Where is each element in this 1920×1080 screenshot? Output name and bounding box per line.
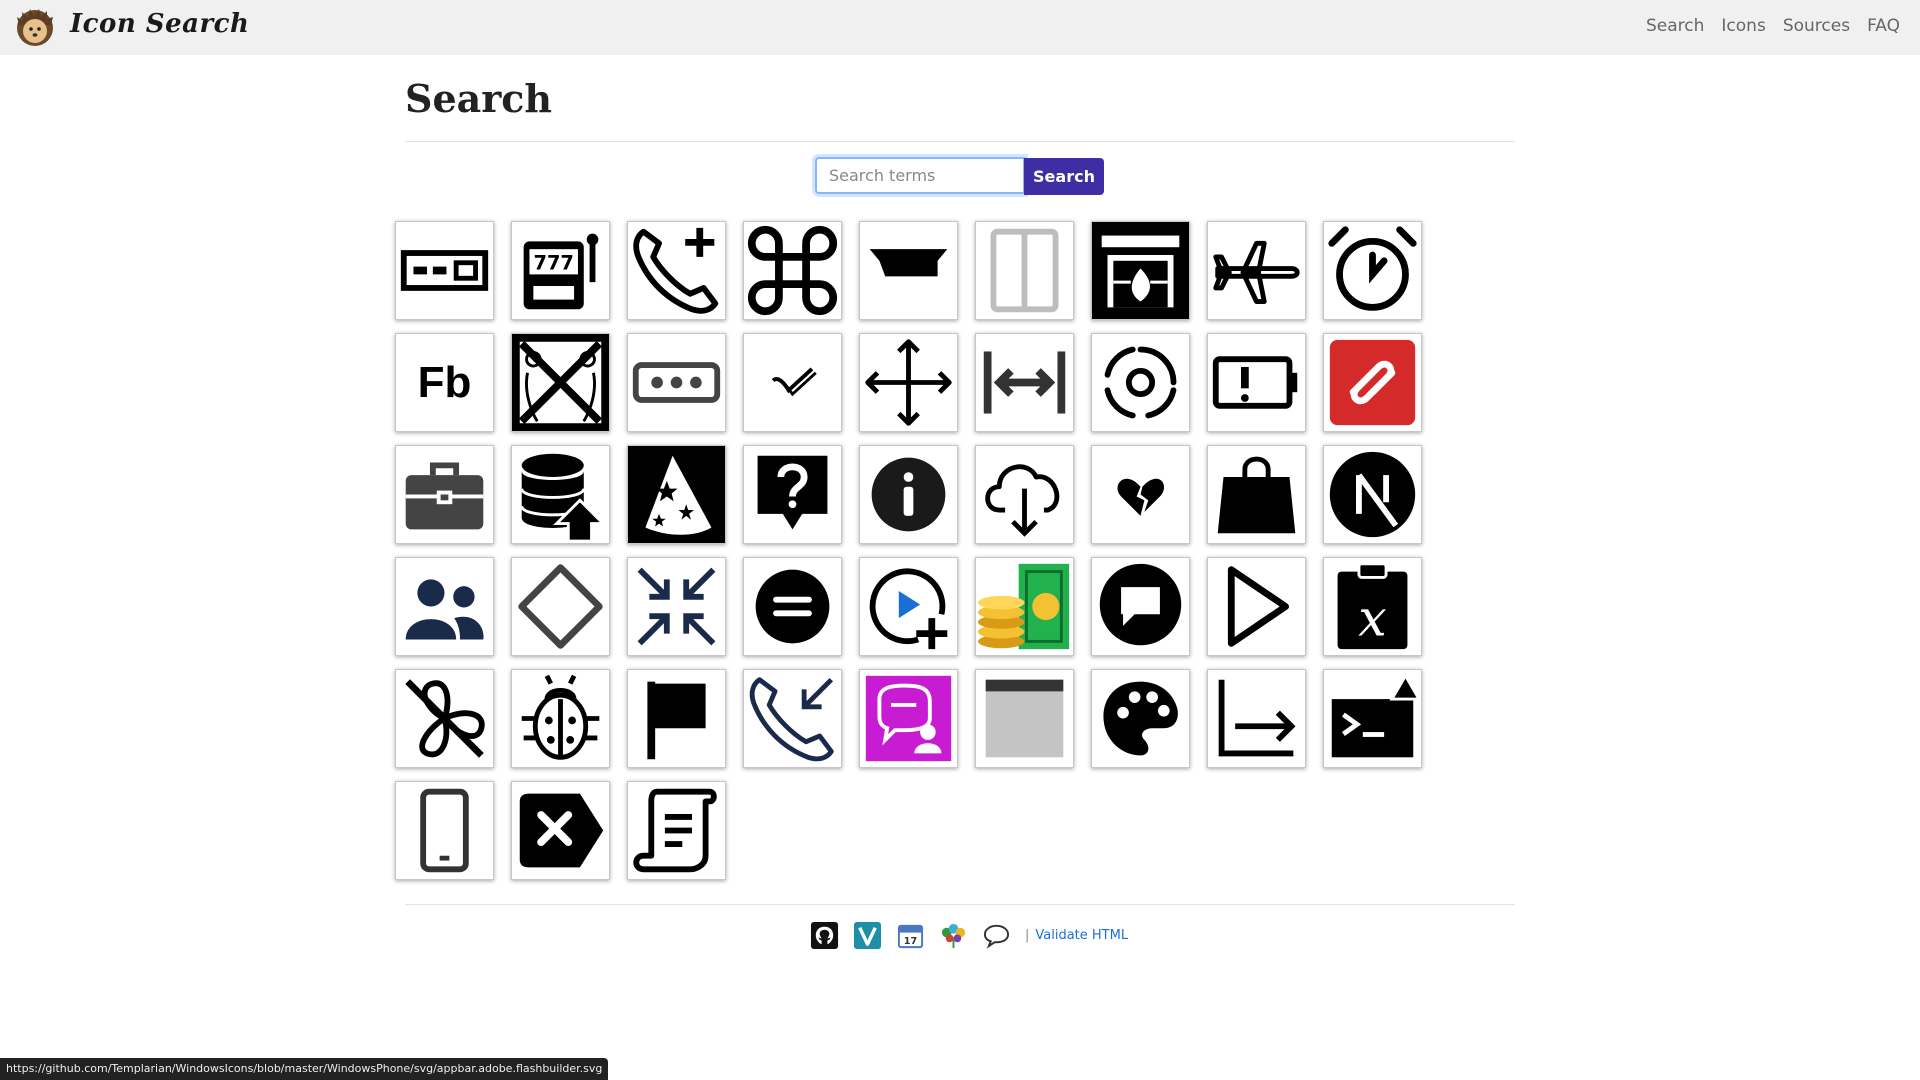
help-bubble-icon[interactable] bbox=[743, 445, 842, 544]
peacock-icon[interactable] bbox=[939, 921, 968, 950]
footer-divider bbox=[405, 904, 1515, 905]
chart-arrow-icon[interactable] bbox=[1207, 669, 1306, 768]
alarm-clock-icon[interactable] bbox=[1323, 221, 1422, 320]
toolbox-icon[interactable] bbox=[395, 445, 494, 544]
small-checkmark-icon[interactable] bbox=[743, 333, 842, 432]
people-icon[interactable] bbox=[395, 557, 494, 656]
terminal-alert-icon[interactable] bbox=[1323, 669, 1422, 768]
play-add-icon[interactable] bbox=[859, 557, 958, 656]
delete-tag-icon[interactable] bbox=[511, 781, 610, 880]
anvil-top-icon[interactable] bbox=[859, 221, 958, 320]
broken-heart-icon[interactable] bbox=[1091, 445, 1190, 544]
footer: 17 | Validate HTML bbox=[810, 920, 1128, 950]
dial-bars-icon[interactable] bbox=[395, 221, 494, 320]
palette-icon[interactable] bbox=[1091, 669, 1190, 768]
svg-text:17: 17 bbox=[904, 936, 917, 947]
phone-incoming-icon[interactable] bbox=[743, 669, 842, 768]
footer-separator: | bbox=[1025, 927, 1030, 943]
equals-circle-icon[interactable] bbox=[743, 557, 842, 656]
clipboard-variable-icon[interactable]: x bbox=[1323, 557, 1422, 656]
battery-alert-icon[interactable] bbox=[1207, 333, 1306, 432]
chat-user-icon[interactable] bbox=[859, 669, 958, 768]
phone-add-icon[interactable] bbox=[627, 221, 726, 320]
password-dots-icon[interactable] bbox=[627, 333, 726, 432]
main-nav: Search Icons Sources FAQ bbox=[1646, 16, 1900, 36]
svg-text:x: x bbox=[1358, 589, 1386, 648]
fan-off-icon[interactable] bbox=[395, 669, 494, 768]
script-scroll-icon[interactable] bbox=[627, 781, 726, 880]
github-icon[interactable] bbox=[810, 921, 839, 950]
title-divider bbox=[405, 141, 1515, 142]
flag-icon[interactable] bbox=[627, 669, 726, 768]
validate-html-link[interactable]: Validate HTML bbox=[1035, 928, 1128, 943]
v-logo-icon[interactable] bbox=[853, 921, 882, 950]
shopping-bag-icon[interactable] bbox=[1207, 445, 1306, 544]
move-arrows-icon[interactable] bbox=[859, 333, 958, 432]
top-navbar: Icon Search Search Icons Sources FAQ bbox=[0, 0, 1920, 55]
calendar-icon[interactable]: 17 bbox=[896, 921, 925, 950]
adobe-flashbuilder-icon[interactable]: Fb bbox=[395, 333, 494, 432]
authy-logo-icon[interactable] bbox=[1323, 333, 1422, 432]
diamond-icon[interactable] bbox=[511, 557, 610, 656]
crossed-fencing-icon[interactable] bbox=[511, 333, 610, 432]
nextjs-logo-icon[interactable] bbox=[1323, 445, 1422, 544]
fireplace-icon[interactable] bbox=[1091, 221, 1190, 320]
slot-machine-icon[interactable]: 777 bbox=[511, 221, 610, 320]
play-triangle-icon[interactable] bbox=[1207, 557, 1306, 656]
speech-bubble-icon[interactable] bbox=[982, 921, 1011, 950]
database-upload-icon[interactable] bbox=[511, 445, 610, 544]
command-key-icon[interactable] bbox=[743, 221, 842, 320]
width-arrow-icon[interactable] bbox=[975, 333, 1074, 432]
status-bar-url: https://github.com/Templarian/WindowsIco… bbox=[0, 1058, 609, 1080]
chat-bubble-icon[interactable] bbox=[1091, 557, 1190, 656]
brand-title[interactable]: Icon Search bbox=[70, 9, 249, 39]
wizard-hat-icon[interactable] bbox=[627, 445, 726, 544]
cloud-download-icon[interactable] bbox=[975, 445, 1074, 544]
nav-search-link[interactable]: Search bbox=[1646, 16, 1704, 36]
mobile-phone-icon[interactable] bbox=[395, 781, 494, 880]
info-circle-icon[interactable] bbox=[859, 445, 958, 544]
search-input[interactable] bbox=[815, 157, 1025, 194]
orbit-target-icon[interactable] bbox=[1091, 333, 1190, 432]
search-button[interactable]: Search bbox=[1024, 158, 1104, 195]
split-panel-icon[interactable] bbox=[975, 221, 1074, 320]
ladybug-icon[interactable] bbox=[511, 669, 610, 768]
coins-money-icon[interactable] bbox=[975, 557, 1074, 656]
hedgehog-logo-icon[interactable] bbox=[15, 7, 55, 47]
nav-sources-link[interactable]: Sources bbox=[1783, 16, 1850, 36]
browser-window-icon[interactable] bbox=[975, 669, 1074, 768]
nav-icons-link[interactable]: Icons bbox=[1721, 16, 1765, 36]
page-title: Search bbox=[405, 76, 553, 121]
airplane-icon[interactable] bbox=[1207, 221, 1306, 320]
nav-faq-link[interactable]: FAQ bbox=[1867, 16, 1900, 36]
slot-number: 777 bbox=[533, 252, 573, 275]
collapse-arrows-icon[interactable] bbox=[627, 557, 726, 656]
